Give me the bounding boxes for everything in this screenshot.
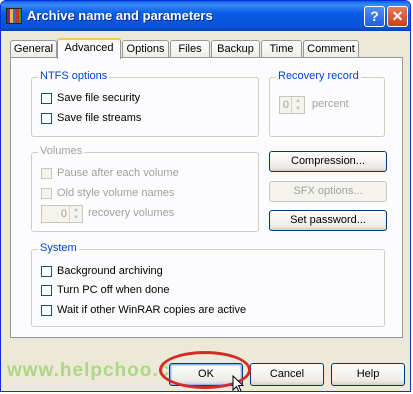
title-bar[interactable]: Archive name and parameters ? ✕	[1, 1, 410, 31]
tab-backup[interactable]: Backup	[211, 40, 260, 58]
checkbox-box	[41, 284, 52, 296]
turn-pc-off-checkbox[interactable]: Turn PC off when done	[41, 284, 170, 298]
window-title: Archive name and parameters	[27, 8, 213, 23]
volumes-title: Volumes	[38, 145, 85, 157]
advanced-panel: NTFS options Save file security Save fil…	[10, 57, 403, 338]
background-archiving-label: Background archiving	[57, 265, 163, 278]
recovery-record-group: Recovery record 0 ▲ ▼ percent	[269, 70, 385, 137]
recovery-volumes-value: 0	[60, 208, 67, 220]
tab-general[interactable]: General	[10, 40, 57, 58]
turn-pc-off-label: Turn PC off when done	[57, 284, 170, 297]
dialog-window: Archive name and parameters ? ✕ General …	[0, 0, 411, 392]
tab-files[interactable]: Files	[170, 40, 210, 58]
background-archiving-checkbox[interactable]: Background archiving	[41, 265, 163, 279]
checkbox-box	[41, 304, 52, 316]
save-file-streams-label: Save file streams	[57, 112, 142, 125]
checkbox-box	[41, 187, 52, 199]
sfx-options-button[interactable]: SFX options...	[269, 181, 387, 202]
pause-each-volume-checkbox[interactable]: Pause after each volume	[41, 167, 179, 181]
volumes-group: Volumes Pause after each volume Old styl…	[31, 145, 259, 232]
spinner-arrows-icon[interactable]: ▲ ▼	[291, 97, 304, 113]
recovery-percent-value: 0	[282, 99, 289, 111]
set-password-button[interactable]: Set password...	[269, 210, 387, 231]
checkbox-box	[41, 167, 52, 179]
checkbox-box	[41, 92, 52, 104]
save-file-security-checkbox[interactable]: Save file security	[41, 92, 140, 106]
system-group: System Background archiving Turn PC off …	[31, 242, 385, 327]
help-button[interactable]: Help	[331, 363, 405, 386]
ntfs-options-group: NTFS options Save file security Save fil…	[31, 70, 259, 137]
recovery-volumes-spinner[interactable]: 0 ▲ ▼	[41, 205, 83, 223]
checkbox-box	[41, 265, 52, 277]
spinner-arrows-icon[interactable]: ▲ ▼	[69, 206, 82, 222]
save-file-streams-checkbox[interactable]: Save file streams	[41, 112, 141, 126]
help-title-button[interactable]: ?	[364, 6, 385, 27]
tab-advanced[interactable]: Advanced	[57, 38, 121, 59]
recovery-record-title: Recovery record	[276, 70, 361, 82]
save-file-security-label: Save file security	[57, 92, 141, 105]
tab-time[interactable]: Time	[261, 40, 302, 58]
cancel-button[interactable]: Cancel	[250, 363, 324, 386]
close-icon[interactable]: ✕	[387, 6, 408, 27]
recovery-percent-label: percent	[312, 98, 349, 110]
system-title: System	[38, 242, 79, 254]
recovery-volumes-label: recovery volumes	[88, 207, 175, 219]
old-style-names-label: Old style volume names	[57, 187, 175, 200]
wait-other-copies-label: Wait if other WinRAR copies are active	[57, 304, 247, 317]
checkbox-box	[41, 112, 52, 124]
compression-button[interactable]: Compression...	[269, 151, 387, 172]
recovery-percent-spinner[interactable]: 0 ▲ ▼	[279, 96, 305, 114]
mouse-cursor-icon	[232, 375, 244, 391]
old-style-names-checkbox[interactable]: Old style volume names	[41, 187, 174, 201]
pause-each-volume-label: Pause after each volume	[57, 167, 179, 180]
tab-comment[interactable]: Comment	[303, 40, 359, 58]
wait-other-copies-checkbox[interactable]: Wait if other WinRAR copies are active	[41, 304, 246, 318]
winrar-icon	[6, 8, 22, 24]
tab-options[interactable]: Options	[122, 40, 169, 58]
ntfs-options-title: NTFS options	[38, 70, 110, 82]
